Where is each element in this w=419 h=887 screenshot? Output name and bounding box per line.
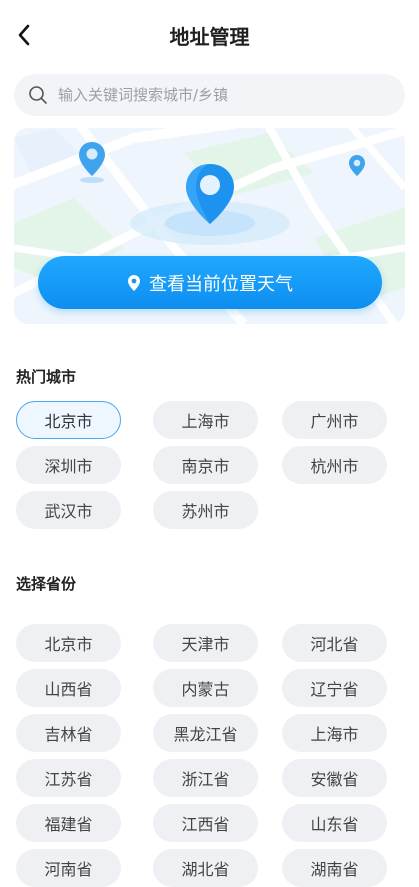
- province-chip[interactable]: 湖南省: [282, 849, 387, 887]
- province-chip[interactable]: 吉林省: [16, 714, 121, 752]
- hot-cities-title: 热门城市: [16, 368, 77, 386]
- province-chip[interactable]: 山东省: [282, 804, 387, 842]
- province-chip[interactable]: 浙江省: [153, 759, 258, 797]
- province-chip[interactable]: 安徽省: [282, 759, 387, 797]
- search-icon: [29, 86, 47, 104]
- province-chip[interactable]: 辽宁省: [282, 669, 387, 707]
- search-bar[interactable]: [14, 74, 405, 116]
- hot-city-chip[interactable]: 上海市: [153, 401, 258, 439]
- search-input[interactable]: [56, 85, 380, 105]
- province-chip[interactable]: 江苏省: [16, 759, 121, 797]
- hot-city-chip[interactable]: 广州市: [282, 401, 387, 439]
- province-chip[interactable]: 内蒙古: [153, 669, 258, 707]
- province-chip[interactable]: 天津市: [153, 624, 258, 662]
- map-pin-tiny-icon: [349, 155, 365, 176]
- hot-city-chip[interactable]: 北京市: [16, 401, 121, 439]
- province-chip[interactable]: 山西省: [16, 669, 121, 707]
- province-chip[interactable]: 河南省: [16, 849, 121, 887]
- location-button-label: 查看当前位置天气: [149, 273, 293, 295]
- province-chip[interactable]: 黑龙江省: [153, 714, 258, 752]
- map-pin-small-icon: [79, 142, 105, 183]
- province-chip[interactable]: 河北省: [282, 624, 387, 662]
- hot-city-chip[interactable]: 武汉市: [16, 491, 121, 529]
- hot-city-chip[interactable]: 杭州市: [282, 446, 387, 484]
- page-title: 地址管理: [169, 25, 250, 49]
- province-chip[interactable]: 江西省: [153, 804, 258, 842]
- location-pin-icon: [128, 274, 140, 291]
- hot-city-chip[interactable]: 深圳市: [16, 446, 121, 484]
- map-pin-main-icon: [186, 164, 234, 224]
- hot-city-chip[interactable]: 苏州市: [153, 491, 258, 529]
- hot-city-chip[interactable]: 南京市: [153, 446, 258, 484]
- top-bar: 地址管理: [0, 0, 419, 70]
- provinces-title: 选择省份: [16, 575, 77, 593]
- view-current-location-weather-button[interactable]: 查看当前位置天气: [38, 256, 382, 309]
- province-chip[interactable]: 北京市: [16, 624, 121, 662]
- province-chip[interactable]: 湖北省: [153, 849, 258, 887]
- province-chip[interactable]: 福建省: [16, 804, 121, 842]
- province-chip[interactable]: 上海市: [282, 714, 387, 752]
